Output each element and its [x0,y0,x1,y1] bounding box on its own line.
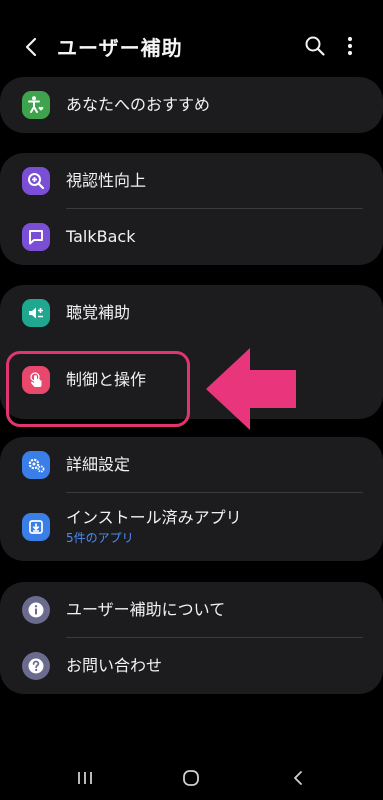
row-text-visibility: 視認性向上 [66,171,363,191]
system-nav-bar [0,752,383,800]
download-icon [22,513,50,541]
list-item-installed-apps[interactable]: インストール済みアプリ 5件のアプリ [0,493,383,561]
back-nav-button[interactable] [283,764,313,792]
hearing-label: 聴覚補助 [66,303,131,322]
row-text-recommend: あなたへのおすすめ [66,95,363,115]
app-bar: ユーザー補助 [0,26,383,66]
list-item-visibility[interactable]: 視認性向上 [0,153,383,209]
question-icon [22,652,50,680]
chevron-left-icon [25,37,37,57]
list-item-about[interactable]: ユーザー補助について [0,582,383,638]
list-item-hearing[interactable]: 聴覚補助 [0,285,383,341]
installed-count-label: 5件のアプリ [66,531,134,545]
visibility-label: 視認性向上 [66,171,147,190]
list-item-advanced[interactable]: 詳細設定 [0,437,383,493]
home-icon [183,770,199,786]
row-text-installed: インストール済みアプリ 5件のアプリ [66,508,363,546]
recommend-label: あなたへのおすすめ [66,95,211,114]
about-card: ユーザー補助について お問い合わせ [0,582,383,694]
back-icon [294,771,302,785]
home-button[interactable] [176,764,206,792]
accessibility-settings-screen: ユーザー補助 あなたへのおすすめ 視認性向上 TalkBack 聴覚補助 制御と… [0,0,383,800]
back-button[interactable] [16,32,46,62]
row-text-talkback: TalkBack [66,227,363,247]
advanced-label: 詳細設定 [66,455,131,474]
gears-icon [22,451,50,479]
contact-label: お問い合わせ [66,656,163,675]
recommend-card: あなたへのおすすめ [0,77,383,133]
installed-label: インストール済みアプリ [66,508,242,527]
about-label: ユーザー補助について [66,600,226,619]
vision-card: 視認性向上 TalkBack [0,153,383,265]
left-arrow-icon [206,348,296,430]
recent-apps-button[interactable] [70,764,100,792]
more-options-button[interactable] [340,32,360,60]
row-text-contact: お問い合わせ [66,656,363,676]
page-title: ユーザー補助 [57,36,183,60]
info-icon [22,596,50,624]
search-button[interactable] [302,32,328,60]
row-text-about: ユーザー補助について [66,600,363,620]
advanced-card: 詳細設定 インストール済みアプリ 5件のアプリ [0,437,383,561]
accessibility-person-icon [22,91,50,119]
row-text-advanced: 詳細設定 [66,455,363,475]
list-item-recommend[interactable]: あなたへのおすすめ [0,77,383,133]
list-item-talkback[interactable]: TalkBack [0,209,383,265]
list-item-contact[interactable]: お問い合わせ [0,638,383,694]
row-text-hearing: 聴覚補助 [66,303,363,323]
magnifier-plus-icon [22,167,50,195]
highlight-frame [6,351,190,427]
recent-apps-icon [78,772,92,784]
more-vertical-icon [347,36,353,56]
speaker-plus-icon [22,299,50,327]
talkback-label: TalkBack [66,227,136,246]
speech-bubble-icon [22,223,50,251]
search-icon [305,36,325,56]
